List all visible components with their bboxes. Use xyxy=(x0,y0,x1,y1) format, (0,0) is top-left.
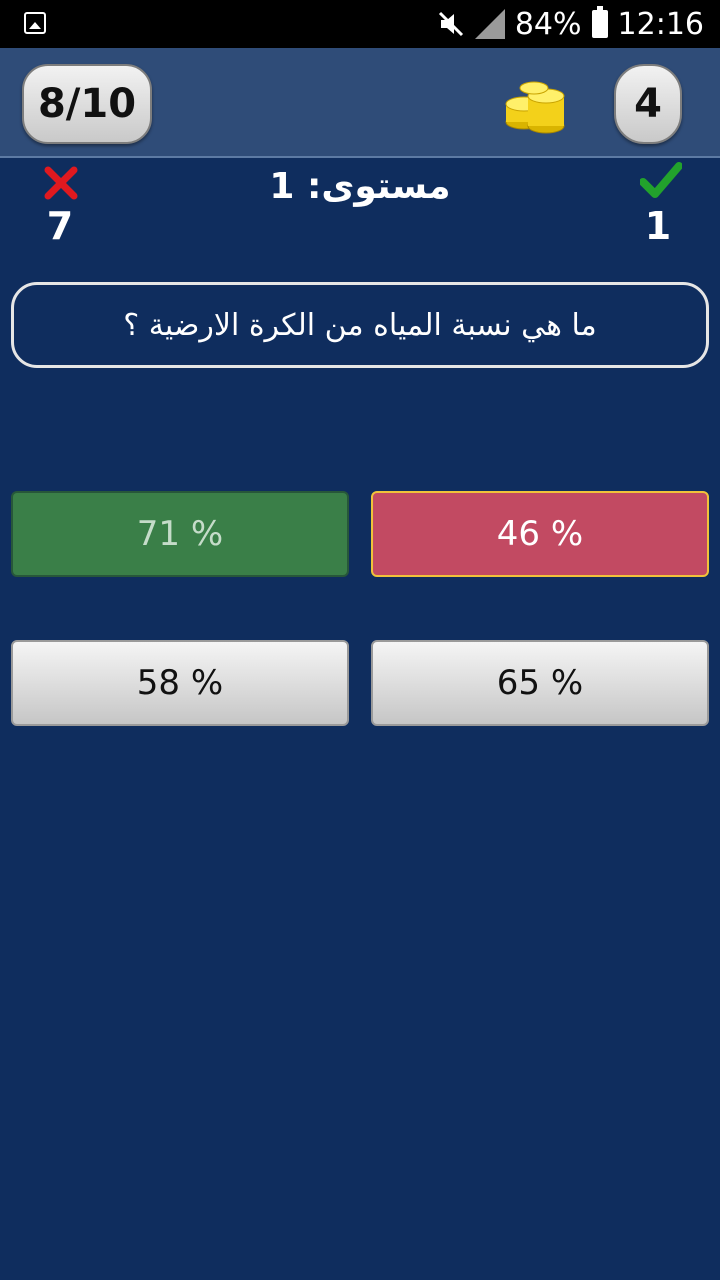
level-label: مستوى: 1 xyxy=(269,166,451,207)
wrong-count: 7 xyxy=(46,204,74,248)
green-check-icon xyxy=(640,162,682,198)
score-row: 7 مستوى: 1 1 xyxy=(0,160,720,260)
top-bar: 8/10 4 xyxy=(0,48,720,158)
mute-icon xyxy=(438,11,463,37)
answer-button-selected-wrong[interactable]: 46 % xyxy=(371,491,709,577)
clock: 12:16 xyxy=(617,6,704,42)
answer-button[interactable]: 58 % xyxy=(11,640,349,726)
answer-button-correct[interactable]: 71 % xyxy=(11,491,349,577)
battery-charging-icon xyxy=(591,6,608,38)
question-progress: 8/10 xyxy=(22,64,152,144)
signal-icon xyxy=(474,9,505,39)
correct-count: 1 xyxy=(644,204,672,248)
gallery-icon xyxy=(24,12,46,34)
question-box: ما هي نسبة المياه من الكرة الارضية ؟ xyxy=(11,282,709,368)
coins-count: 4 xyxy=(614,64,682,144)
status-bar: 84% 12:16 xyxy=(0,0,720,48)
battery-percent: 84% xyxy=(514,6,582,42)
gold-coins-icon xyxy=(505,81,565,134)
answer-button[interactable]: 65 % xyxy=(371,640,709,726)
